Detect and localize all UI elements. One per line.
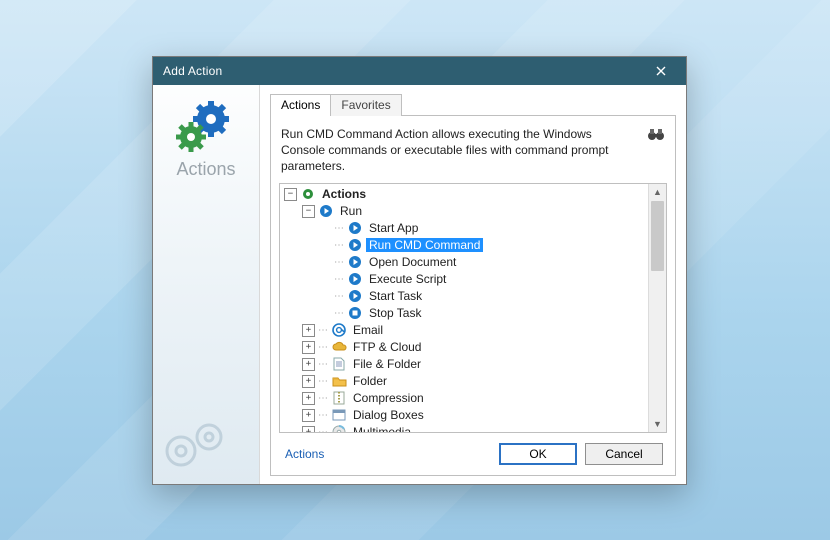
tab-favorites[interactable]: Favorites: [330, 94, 401, 116]
collapse-icon[interactable]: −: [284, 188, 297, 201]
tree-connector: ⋯: [318, 393, 327, 404]
tree-label: Folder: [350, 374, 390, 388]
expand-icon[interactable]: +: [302, 375, 315, 388]
play-icon: [347, 254, 363, 270]
tree-connector: ⋯: [334, 274, 343, 285]
ok-button[interactable]: OK: [499, 443, 577, 465]
tree-label: Execute Script: [366, 272, 449, 286]
tree-label-selected: Run CMD Command: [366, 238, 483, 252]
tree-node-dialog-boxes[interactable]: +⋯ Dialog Boxes: [302, 407, 648, 424]
scroll-thumb[interactable]: [651, 201, 664, 271]
expand-icon[interactable]: +: [302, 426, 315, 432]
decorative-gears: [159, 417, 243, 476]
add-action-dialog: Add Action: [152, 56, 687, 485]
tree-connector: ⋯: [318, 342, 327, 353]
play-icon: [347, 271, 363, 287]
tree-label: Actions: [319, 187, 369, 201]
cancel-button[interactable]: Cancel: [585, 443, 663, 465]
folder-icon: [331, 373, 347, 389]
tree-node-email[interactable]: +⋯ Email: [302, 322, 648, 339]
find-button[interactable]: [647, 126, 665, 144]
tree-node-file-folder[interactable]: +⋯ File & Folder: [302, 356, 648, 373]
tree-viewport[interactable]: − Actions −: [280, 184, 648, 432]
tree-leaf-run-cmd[interactable]: ⋯ Run CMD Command: [320, 237, 648, 254]
tree-label: Dialog Boxes: [350, 408, 427, 422]
play-icon: [347, 237, 363, 253]
tree-node-run[interactable]: − Run: [302, 203, 648, 220]
play-icon: [347, 288, 363, 304]
tree-node-ftp-cloud[interactable]: +⋯ FTP & Cloud: [302, 339, 648, 356]
window-title: Add Action: [163, 64, 222, 78]
zip-icon: [331, 390, 347, 406]
help-link-actions[interactable]: Actions: [285, 447, 324, 461]
tree-label: Open Document: [366, 255, 459, 269]
expand-icon[interactable]: +: [302, 392, 315, 405]
scroll-up-button[interactable]: ▲: [649, 184, 666, 201]
titlebar[interactable]: Add Action: [153, 57, 686, 85]
cloud-icon: [331, 339, 347, 355]
tree-connector: ⋯: [318, 427, 327, 432]
collapse-icon[interactable]: −: [302, 205, 315, 218]
gear-icon: [300, 186, 316, 202]
tree-leaf-start-app[interactable]: ⋯ Start App: [320, 220, 648, 237]
play-icon: [347, 220, 363, 236]
expand-icon[interactable]: +: [302, 341, 315, 354]
tree-label: Multimedia: [350, 425, 414, 432]
tree-node-compression[interactable]: +⋯ Compression: [302, 390, 648, 407]
expand-icon[interactable]: +: [302, 324, 315, 337]
sidebar: Actions: [153, 85, 260, 484]
tree-connector: ⋯: [334, 223, 343, 234]
close-icon: [656, 66, 666, 76]
actions-panel: Run CMD Command Action allows executing …: [270, 116, 676, 476]
stop-icon: [347, 305, 363, 321]
action-description: Run CMD Command Action allows executing …: [281, 126, 639, 175]
tree-connector: ⋯: [334, 308, 343, 319]
tree-label: File & Folder: [350, 357, 424, 371]
tree-leaf-start-task[interactable]: ⋯ Start Task: [320, 288, 648, 305]
tree-label: Run: [337, 204, 365, 218]
desktop-background: Add Action: [0, 0, 830, 540]
play-icon: [318, 203, 334, 219]
sidebar-label: Actions: [153, 159, 259, 180]
tree-connector: ⋯: [318, 359, 327, 370]
expand-icon[interactable]: +: [302, 358, 315, 371]
expand-icon[interactable]: +: [302, 409, 315, 422]
tree-connector: ⋯: [318, 376, 327, 387]
vertical-scrollbar[interactable]: ▲ ▼: [648, 184, 666, 432]
tree-label: Compression: [350, 391, 427, 405]
binoculars-icon: [647, 126, 665, 142]
main-panel: Actions Favorites Run CMD Command Action…: [260, 85, 686, 484]
tree-leaf-open-document[interactable]: ⋯ Open Document: [320, 254, 648, 271]
tree-root-actions[interactable]: − Actions: [284, 186, 648, 203]
tree-label: Start Task: [366, 289, 425, 303]
tree-label: Stop Task: [366, 306, 424, 320]
actions-logo: [171, 97, 241, 161]
scroll-down-button[interactable]: ▼: [649, 415, 666, 432]
at-icon: [331, 322, 347, 338]
tree-label: Email: [350, 323, 386, 337]
tree-connector: ⋯: [334, 257, 343, 268]
action-tree: − Actions −: [279, 183, 667, 433]
close-button[interactable]: [644, 61, 678, 81]
tree-node-multimedia[interactable]: +⋯ Multimedia: [302, 424, 648, 432]
tree-connector: ⋯: [318, 410, 327, 421]
tree-leaf-stop-task[interactable]: ⋯ Stop Task: [320, 305, 648, 322]
reflection: [152, 483, 685, 533]
tab-actions[interactable]: Actions: [270, 94, 331, 116]
disc-icon: [331, 424, 347, 432]
tree-connector: ⋯: [334, 291, 343, 302]
tree-connector: ⋯: [334, 240, 343, 251]
tab-bar: Actions Favorites: [270, 93, 676, 116]
window-icon: [331, 407, 347, 423]
tree-leaf-execute-script[interactable]: ⋯ Execute Script: [320, 271, 648, 288]
tree-label: Start App: [366, 221, 421, 235]
tree-label: FTP & Cloud: [350, 340, 424, 354]
tree-connector: ⋯: [318, 325, 327, 336]
tree-node-folder[interactable]: +⋯ Folder: [302, 373, 648, 390]
file-icon: [331, 356, 347, 372]
